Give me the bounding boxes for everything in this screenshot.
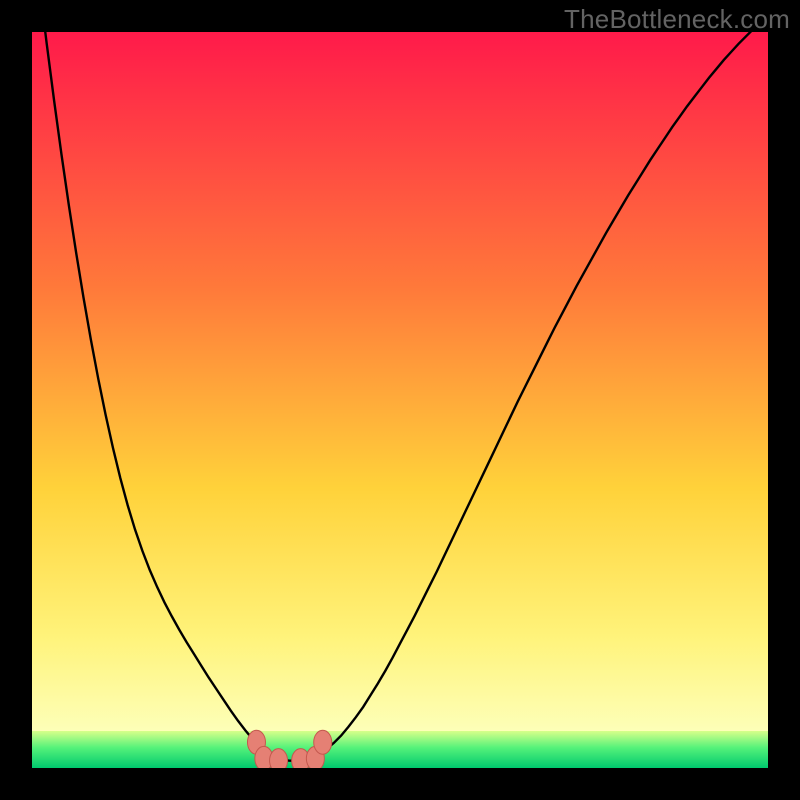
gradient-background — [32, 32, 768, 768]
plot-area — [32, 32, 768, 768]
curve-marker — [314, 730, 332, 754]
green-zone-band — [32, 731, 768, 768]
curve-marker — [270, 749, 288, 768]
chart-outer-frame: TheBottleneck.com — [0, 0, 800, 800]
watermark-text: TheBottleneck.com — [564, 4, 790, 35]
bottleneck-chart — [32, 32, 768, 768]
